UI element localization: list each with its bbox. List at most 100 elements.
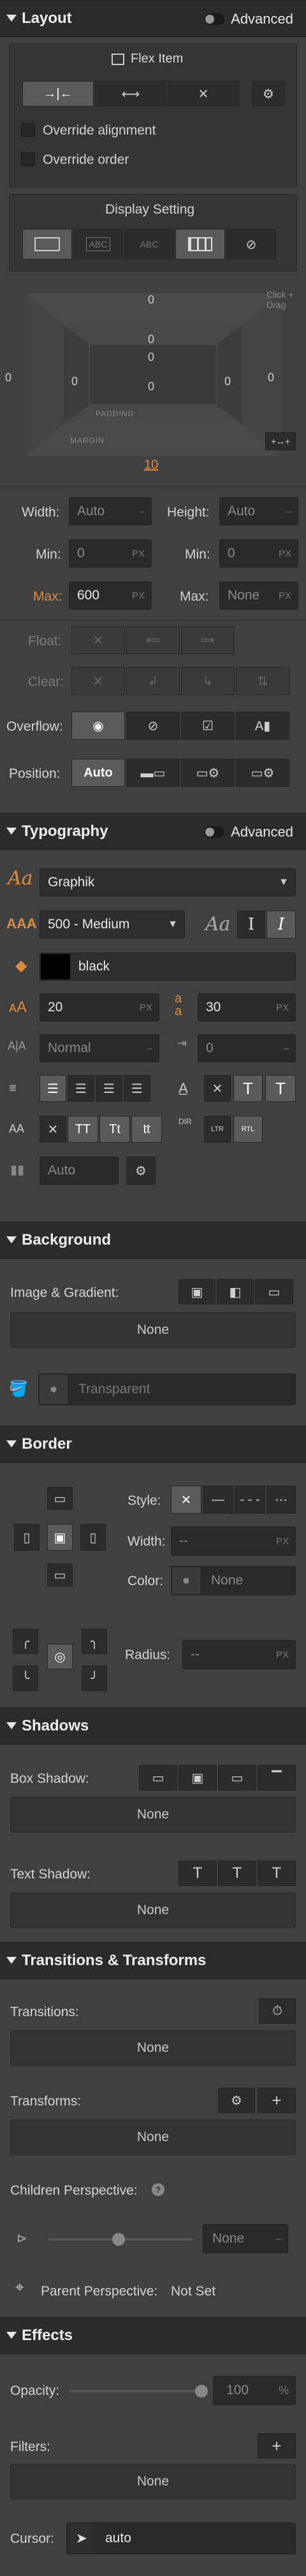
display-flex-button[interactable] [175, 229, 225, 260]
radius-top-left-button[interactable]: ╭ [13, 1628, 38, 1654]
advanced-toggle[interactable]: Advanced [204, 11, 293, 27]
toggle-switch[interactable] [204, 13, 225, 25]
flex-settings-button[interactable]: ⚙ [252, 81, 285, 106]
radius-top-right-button[interactable]: ╮ [82, 1628, 107, 1654]
override-alignment-checkbox[interactable] [21, 123, 35, 137]
radius-bottom-right-button[interactable]: ╯ [82, 1665, 107, 1691]
overflow-auto-button[interactable]: A▮ [236, 712, 289, 740]
perspective-input[interactable]: None – [203, 2224, 288, 2253]
toggle-switch[interactable] [204, 826, 225, 838]
font-weight-select[interactable]: 500 - Medium ▼ [40, 911, 185, 939]
padding-top-value[interactable]: 0 [148, 333, 154, 346]
min-height-input[interactable]: 0 PX [219, 539, 298, 567]
add-top-shadow-button[interactable]: ▔ [258, 1765, 296, 1790]
line-height-input[interactable]: 30 PX [198, 993, 296, 1021]
radius-all-button[interactable]: ◎ [47, 1644, 73, 1669]
transform-none-button[interactable]: ✕ [40, 1116, 66, 1143]
border-left-button[interactable]: ▯ [14, 1524, 40, 1551]
display-inline-block-button[interactable]: ABC [73, 229, 123, 260]
help-icon[interactable]: ? [152, 2183, 164, 2196]
flex-shrink-button[interactable]: →|← [22, 81, 94, 106]
columns-input[interactable]: Auto [40, 1157, 119, 1185]
letter-spacing-input[interactable]: Normal – [40, 1034, 159, 1062]
align-left-button[interactable]: ☰ [40, 1075, 66, 1102]
border-style-dotted-button[interactable]: ⋯ [266, 1486, 296, 1514]
border-top-button[interactable]: ▭ [47, 1487, 73, 1510]
flex-none-button[interactable]: ✕ [168, 81, 239, 106]
text-indent-unit-arrow[interactable]: – [284, 1043, 289, 1054]
overflow-hidden-button[interactable]: ⊘ [126, 712, 180, 740]
height-unit-arrow[interactable]: – [286, 506, 291, 517]
clear-left-button[interactable]: ↲ [126, 667, 180, 695]
columns-settings-button[interactable]: ⚙ [126, 1157, 156, 1185]
max-height-unit[interactable]: PX [279, 590, 291, 601]
position-absolute-button[interactable]: ▭⚙ [181, 759, 235, 787]
expand-box-button[interactable]: +↔+ [265, 432, 296, 450]
add-filter-button[interactable]: + [258, 2433, 296, 2459]
advanced-toggle[interactable]: Advanced [204, 824, 293, 840]
transform-lowercase-button[interactable]: tt [131, 1116, 162, 1143]
max-width-input[interactable]: 600 PX [69, 582, 152, 610]
text-color-swatch[interactable] [41, 954, 70, 979]
opacity-slider[interactable] [69, 2385, 208, 2397]
border-section-header[interactable]: Border [0, 1426, 306, 1463]
padding-right-value[interactable]: 0 [224, 375, 231, 388]
decoration-strike-button[interactable]: T [233, 1075, 263, 1102]
min-width-input[interactable]: 0 PX [69, 539, 152, 567]
perspective-slider[interactable] [48, 2233, 193, 2246]
clear-both-button[interactable]: ⇅ [236, 667, 289, 695]
position-relative-button[interactable]: ▬▭ [126, 759, 180, 787]
border-radius-input[interactable]: -- PX [182, 1640, 296, 1669]
background-color-swatch[interactable]: ● [40, 1375, 68, 1404]
align-justify-button[interactable]: ☰ [124, 1075, 150, 1102]
add-text-shadow-3-button[interactable]: T [258, 1861, 296, 1886]
add-drop-shadow-button[interactable]: ▭ [139, 1765, 177, 1790]
display-none-button[interactable]: ⊘ [226, 229, 276, 260]
border-width-input[interactable]: -- PX [171, 1526, 296, 1556]
add-text-shadow-2-button[interactable]: T [218, 1861, 256, 1886]
width-input[interactable]: Auto – [69, 497, 152, 525]
radius-bottom-left-button[interactable]: ╰ [13, 1665, 38, 1691]
float-none-button[interactable]: ✕ [71, 626, 125, 654]
border-bottom-button[interactable]: ▭ [47, 1563, 73, 1586]
padding-left-value[interactable]: 0 [71, 375, 78, 388]
float-right-button[interactable]: ═▪ [181, 626, 235, 654]
max-height-input[interactable]: None PX [219, 582, 298, 610]
overflow-scroll-button[interactable]: ☑ [181, 712, 235, 740]
transform-capitalize-button[interactable]: Tt [99, 1116, 130, 1143]
text-indent-input[interactable]: 0– [198, 1034, 296, 1062]
flex-grow-button[interactable]: ⟷ [95, 81, 166, 106]
clear-right-button[interactable]: ↳ [181, 667, 235, 695]
add-color-overlay-button[interactable]: ▭ [255, 1279, 293, 1305]
max-width-unit[interactable]: PX [132, 590, 145, 601]
border-style-solid-button[interactable]: — [203, 1486, 233, 1514]
transform-uppercase-button[interactable]: TT [68, 1116, 98, 1143]
float-left-button[interactable]: ▪═ [126, 626, 180, 654]
override-order-checkbox[interactable] [21, 152, 35, 166]
align-right-button[interactable]: ☰ [96, 1075, 122, 1102]
border-radius-unit[interactable]: PX [276, 1650, 289, 1660]
min-height-unit[interactable]: PX [279, 548, 291, 559]
opacity-slider-knob[interactable] [195, 2385, 208, 2397]
margin-top-value[interactable]: 0 [148, 293, 154, 307]
position-auto-button[interactable]: Auto [71, 759, 125, 787]
min-width-unit[interactable]: PX [132, 548, 145, 559]
border-style-dashed-button[interactable]: - - - [235, 1486, 265, 1514]
typography-section-header[interactable]: Typography Advanced [0, 813, 306, 850]
box-model-editor[interactable]: 0 0 0 0 0 0 PADDING MARGIN [26, 293, 280, 456]
direction-ltr-button[interactable]: LTR [204, 1116, 231, 1143]
shadows-section-header[interactable]: Shadows [0, 1708, 306, 1745]
cursor-select[interactable]: auto [66, 2522, 296, 2554]
decoration-underline-button[interactable]: T [265, 1075, 296, 1102]
add-outer-shadow-button[interactable]: ▣ [178, 1765, 217, 1790]
background-color-field[interactable]: Transparent [38, 1373, 296, 1405]
font-size-input[interactable]: 20 PX [40, 993, 159, 1021]
border-style-none-button[interactable]: ✕ [171, 1486, 201, 1514]
letter-spacing-unit-arrow[interactable]: – [147, 1043, 152, 1054]
font-family-select[interactable]: Graphik ▼ [40, 868, 296, 896]
text-color-field[interactable]: black [40, 953, 296, 981]
add-image-button[interactable]: ▣ [178, 1279, 215, 1305]
add-transform-button[interactable]: + [258, 2088, 296, 2113]
add-inner-shadow-button[interactable]: ▭ [218, 1765, 256, 1790]
margin-bottom-value[interactable]: 10 [144, 458, 158, 472]
